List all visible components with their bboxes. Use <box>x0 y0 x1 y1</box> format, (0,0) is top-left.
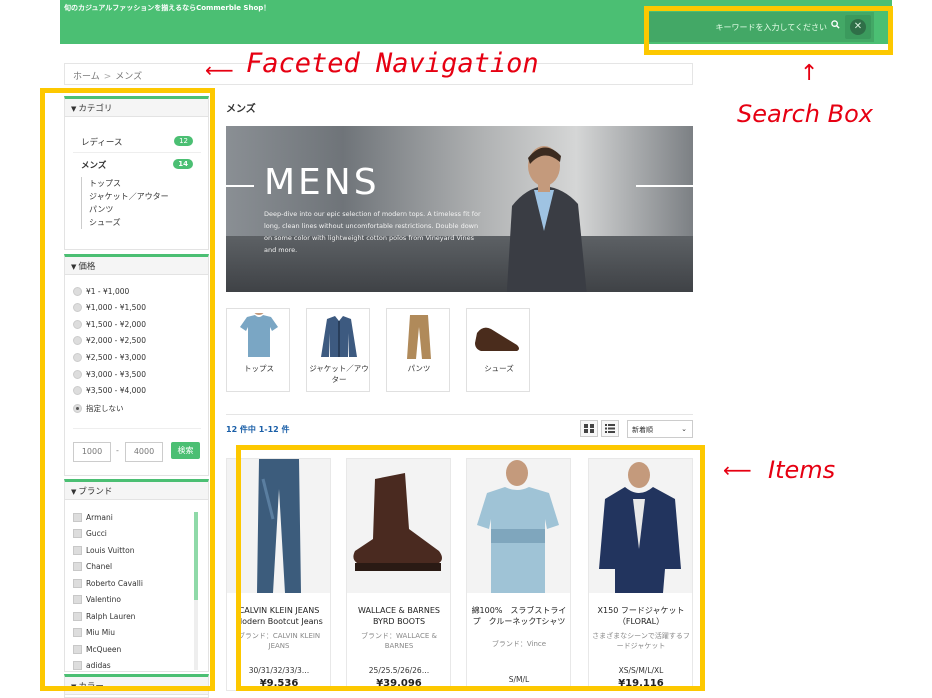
chevron-down-icon: ⌄ <box>681 425 687 433</box>
breadcrumb-home[interactable]: ホーム <box>73 72 100 82</box>
hero-decor-line <box>636 185 693 187</box>
arrow-left-icon: ⟵ <box>205 58 234 82</box>
search-box-highlight <box>644 6 893 55</box>
jacket-icon <box>321 316 357 357</box>
list-icon <box>605 424 615 433</box>
site-tagline: 旬のカジュアルファッションを揃えるならCommerble Shop！ <box>64 4 271 12</box>
sort-selected-value: 新着順 <box>632 426 653 434</box>
search-box-label: Search Box <box>737 100 873 128</box>
page-title: メンズ <box>226 104 256 115</box>
hero-title: MENS <box>264 162 380 203</box>
category-tile-pants[interactable]: パンツ <box>386 308 450 392</box>
divider <box>226 414 693 415</box>
grid-view-button[interactable] <box>580 420 598 437</box>
category-tile-shoes[interactable]: シューズ <box>466 308 530 392</box>
result-count: 12 件中 1-12 件 <box>226 425 290 434</box>
items-label: Items <box>768 456 836 484</box>
breadcrumb-current: メンズ <box>115 72 143 82</box>
category-tile-label: シューズ <box>484 364 514 373</box>
hero-banner: MENS Deep-dive into our epic selection o… <box>226 126 693 292</box>
breadcrumb-separator: > <box>103 72 112 82</box>
hero-model-image <box>506 146 587 292</box>
category-tile-label: ジャケット／アウター <box>309 364 369 384</box>
hero-description: Deep-dive into our epic selection of mod… <box>264 210 481 254</box>
category-tile-label: パンツ <box>407 364 431 373</box>
items-highlight <box>236 445 705 691</box>
shoe-icon <box>475 327 519 351</box>
grid-icon <box>584 424 594 433</box>
category-tile-jackets[interactable]: ジャケット／アウター <box>306 308 370 392</box>
pants-icon <box>407 315 431 359</box>
sort-select[interactable]: 新着順 ⌄ <box>627 420 693 438</box>
faceted-navigation-label: Faceted Navigation <box>246 48 539 79</box>
category-tile-tops[interactable]: トップス <box>226 308 290 392</box>
faceted-navigation-highlight <box>40 88 215 691</box>
category-tile-label: トップス <box>244 364 274 373</box>
tshirt-icon <box>240 313 278 357</box>
list-view-button[interactable] <box>601 420 619 437</box>
arrow-up-icon: ↑ <box>800 61 819 86</box>
arrow-left-icon: ⟵ <box>723 458 752 482</box>
hero-decor-line <box>226 185 254 187</box>
